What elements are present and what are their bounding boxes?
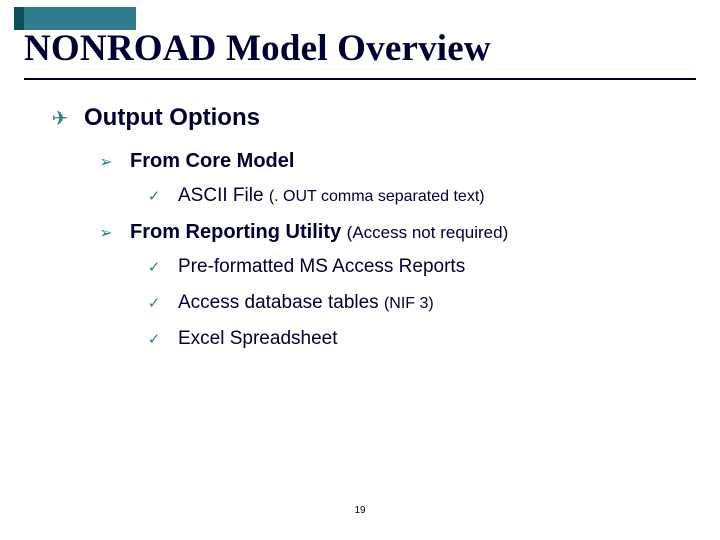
bullet-paren: (NIF 3) [384,295,434,312]
bullet-text: From Reporting Utility (Access not requi… [130,221,508,244]
title-underline [24,78,696,80]
slide-body: ✈ Output Options ➢ From Core Model ✓ ASC… [50,104,690,364]
bullet-text: From Core Model [130,150,294,173]
chevron-right-icon: ➢ [98,223,114,243]
slide-title: NONROAD Model Overview [24,27,491,70]
bullet-text: Excel Spreadsheet [178,328,338,350]
plane-icon: ✈ [50,109,70,129]
check-icon: ✓ [146,330,162,348]
bullet-level-3: ✓ Excel Spreadsheet [146,328,690,350]
bullet-paren: (Access not required) [347,223,509,242]
bullet-main: From Reporting Utility [130,221,347,243]
bullet-level-2: ➢ From Reporting Utility (Access not req… [98,221,690,244]
bullet-paren: (. OUT comma separated text) [269,188,485,205]
bullet-level-3: ✓ ASCII File (. OUT comma separated text… [146,185,690,207]
chevron-right-icon: ➢ [98,152,114,172]
check-icon: ✓ [146,258,162,276]
bullet-text: Output Options [84,104,260,132]
bullet-level-3: ✓ Pre-formatted MS Access Reports [146,256,690,278]
check-icon: ✓ [146,187,162,205]
bullet-text: ASCII File (. OUT comma separated text) [178,185,485,207]
bullet-level-1: ✈ Output Options [50,104,690,132]
bullet-text: Access database tables (NIF 3) [178,292,434,314]
bullet-text: Pre-formatted MS Access Reports [178,256,465,278]
page-number: 19 [0,505,720,516]
bullet-main: Access database tables [178,292,384,313]
bullet-main: ASCII File [178,185,269,206]
bullet-level-3: ✓ Access database tables (NIF 3) [146,292,690,314]
check-icon: ✓ [146,294,162,312]
bullet-level-2: ➢ From Core Model [98,150,690,173]
